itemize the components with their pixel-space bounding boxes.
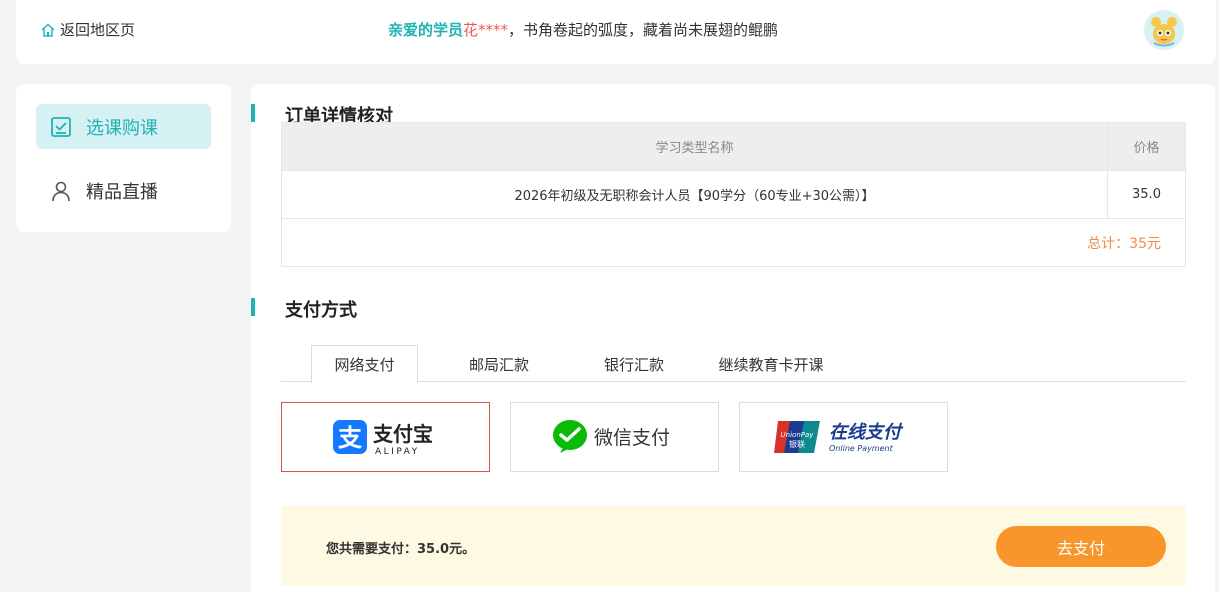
- payment-tabs: 网络支付 邮局汇款 银行汇款 继续教育卡开课: [281, 345, 1186, 383]
- amount-due-text: 您共需要支付：35.0元。: [326, 542, 476, 557]
- sidebar: 选课购课 精品直播: [16, 84, 231, 232]
- section-accent-bar: [251, 104, 255, 122]
- tab-online-payment[interactable]: 网络支付: [311, 345, 418, 383]
- unionpay-badge-text: UnionPay: [780, 431, 814, 439]
- column-header-price: 价格: [1107, 122, 1186, 171]
- main-panel: 订单详情核对 学习类型名称 价格 2026年初级及无职称会计人员【90学分（60…: [251, 84, 1215, 592]
- order-total: 总计：35元: [281, 218, 1186, 267]
- student-name: 花****: [463, 21, 509, 39]
- checklist-icon: [51, 116, 71, 137]
- alipay-sub: ALIPAY: [375, 447, 420, 457]
- sidebar-item-label: 精品直播: [86, 181, 158, 203]
- pay-now-button[interactable]: 去支付: [996, 526, 1166, 567]
- wechat-pay-logo: 微信支付: [552, 420, 670, 453]
- tab-postal-remittance[interactable]: 邮局汇款: [449, 345, 549, 383]
- unionpay-logo: UnionPay 银联 在线支付 Online Payment: [773, 421, 904, 453]
- mascot-avatar-icon: [1144, 10, 1184, 50]
- svg-text:支: 支: [338, 424, 363, 452]
- home-icon: [41, 23, 55, 37]
- tab-bank-remittance[interactable]: 银行汇款: [584, 345, 684, 383]
- greeting-slogan: ，书角卷起的弧度，藏着尚未展翅的鲲鹏: [508, 21, 779, 39]
- unionpay-badge-text-cn: 银联: [789, 439, 805, 449]
- table-header-row: 学习类型名称 价格: [281, 122, 1186, 171]
- table-total-row: 总计：35元: [281, 218, 1186, 267]
- sidebar-item-course-purchase[interactable]: 选课购课: [36, 104, 211, 149]
- alipay-name: 支付宝: [373, 422, 433, 446]
- tab-education-card[interactable]: 继续教育卡开课: [711, 345, 831, 383]
- alipay-option[interactable]: 支 支付宝 ALIPAY: [281, 402, 490, 472]
- wechat-pay-name: 微信支付: [594, 427, 670, 449]
- greeting-text: 亲爱的学员花****，书角卷起的弧度，藏着尚未展翅的鲲鹏: [388, 19, 778, 40]
- sidebar-item-live[interactable]: 精品直播: [36, 168, 211, 213]
- user-icon: [52, 181, 70, 201]
- unionpay-option[interactable]: UnionPay 银联 在线支付 Online Payment: [739, 402, 948, 472]
- column-header-name: 学习类型名称: [281, 122, 1108, 171]
- wechat-pay-option[interactable]: 微信支付: [510, 402, 719, 472]
- unionpay-sub: Online Payment: [829, 444, 894, 453]
- avatar[interactable]: [1144, 10, 1184, 50]
- course-price-cell: 35.0: [1107, 170, 1186, 219]
- greeting-lead: 亲爱的学员: [388, 21, 464, 39]
- course-name-cell: 2026年初级及无职称会计人员【90学分（60专业+30公需）】: [281, 170, 1108, 219]
- section-accent-bar: [251, 298, 255, 316]
- payment-summary-bar: 您共需要支付：35.0元。 去支付: [281, 506, 1186, 586]
- alipay-logo: 支 支付宝 ALIPAY: [332, 420, 433, 457]
- sidebar-item-label: 选课购课: [86, 117, 158, 139]
- back-label: 返回地区页: [60, 21, 136, 39]
- top-header: 返回地区页 亲爱的学员花****，书角卷起的弧度，藏着尚未展翅的鲲鹏: [16, 0, 1216, 64]
- table-row: 2026年初级及无职称会计人员【90学分（60专业+30公需）】 35.0: [281, 170, 1186, 219]
- back-to-region-link[interactable]: 返回地区页: [40, 19, 135, 40]
- payment-section-title: 支付方式: [285, 300, 357, 321]
- unionpay-name: 在线支付: [829, 422, 904, 443]
- order-table: 学习类型名称 价格 2026年初级及无职称会计人员【90学分（60专业+30公需…: [281, 122, 1186, 267]
